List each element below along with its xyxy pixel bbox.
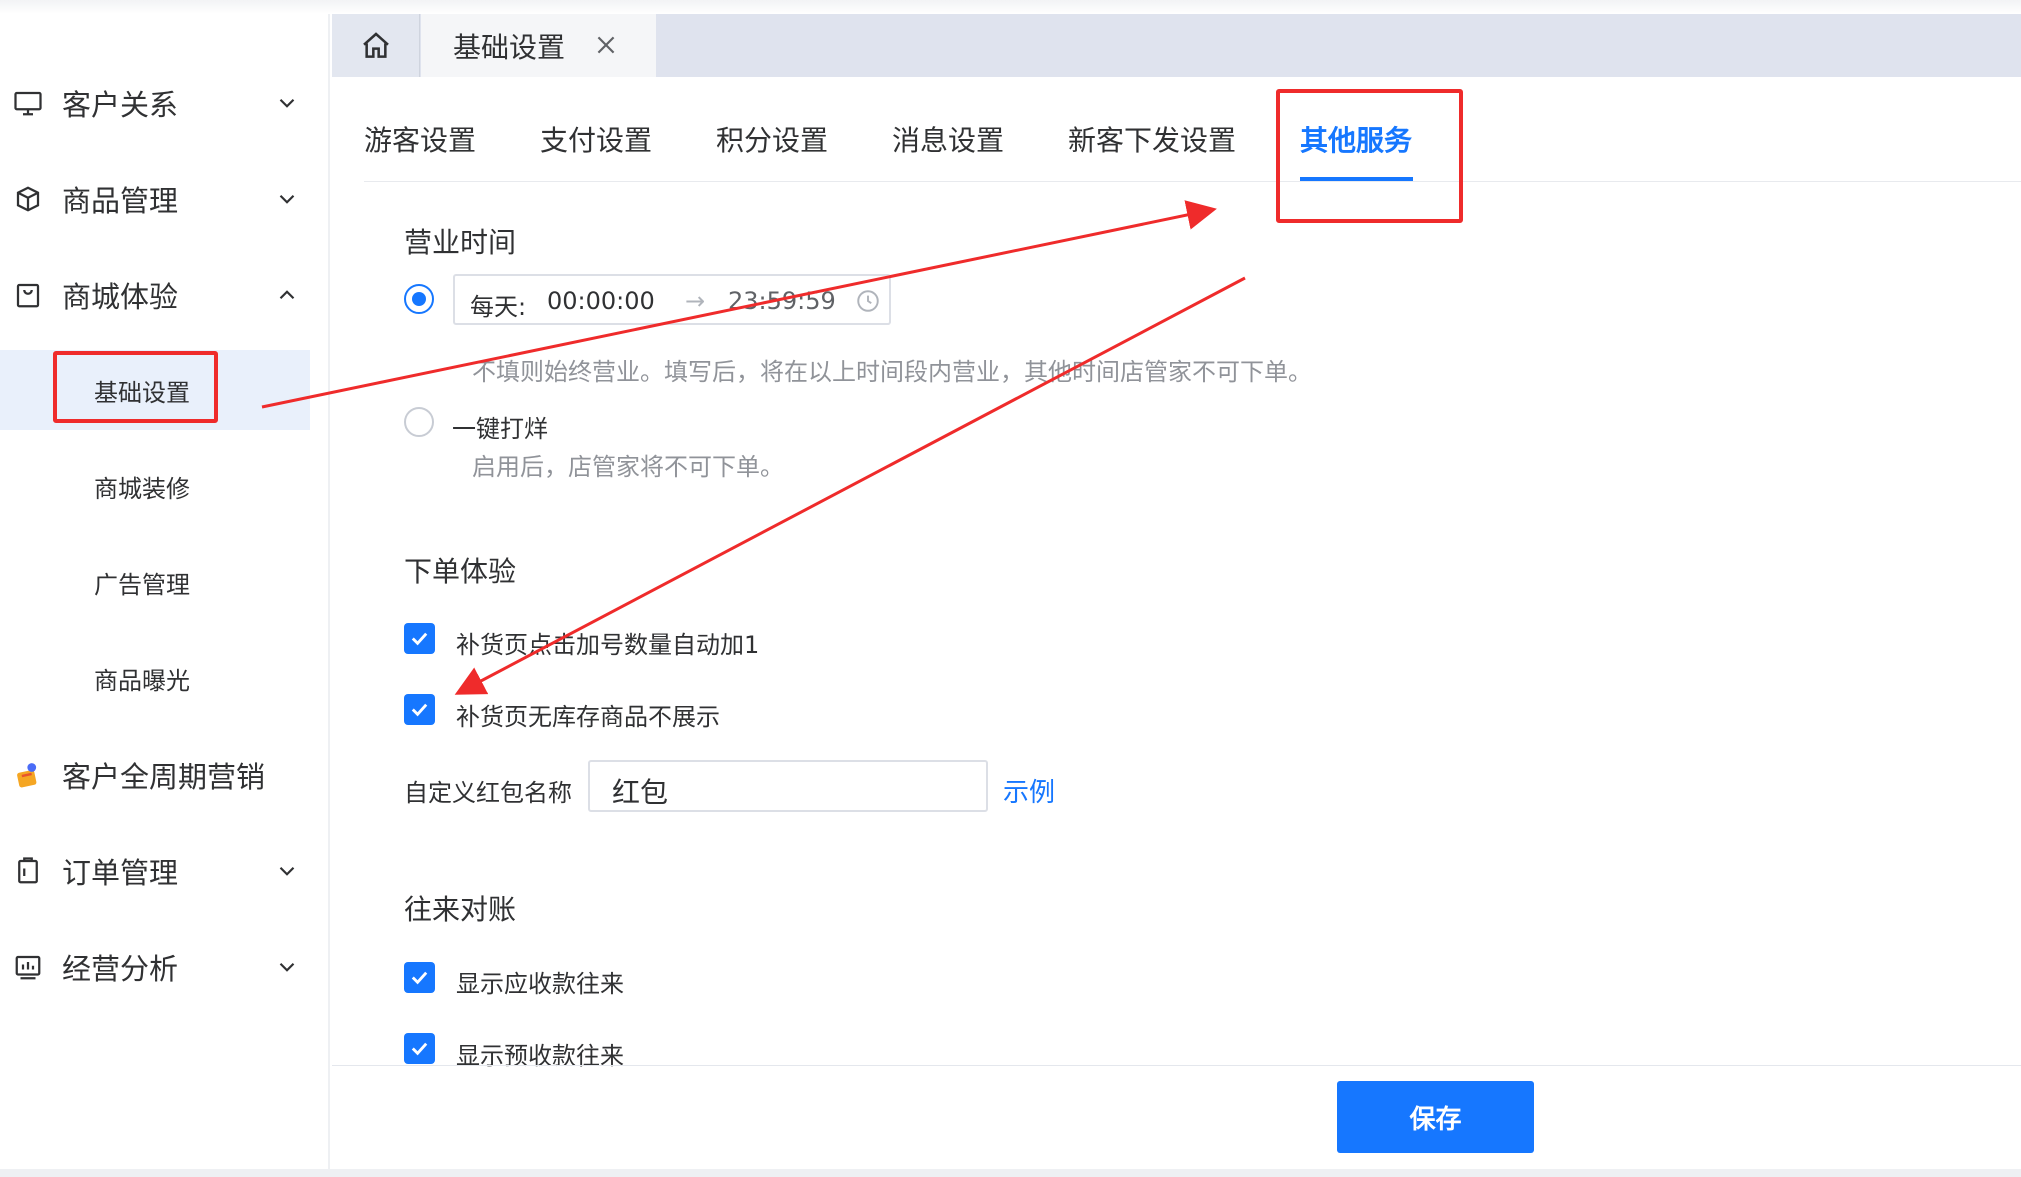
sidebar-item-order-management[interactable]: 订单管理 (0, 823, 330, 919)
marketing-icon (12, 759, 44, 791)
sidebar-item-business-analysis[interactable]: 经营分析 (0, 919, 330, 1015)
sidebar-subitem-product-exposure[interactable]: 商品曝光 (0, 638, 310, 718)
sidebar-item-label: 商城体验 (62, 280, 179, 314)
business-hours-title: 营业时间 (404, 226, 517, 259)
close-shop-hint: 启用后，店管家将不可下单。 (472, 453, 784, 481)
annotation-box-other-services (1276, 89, 1463, 223)
sidebar-subitem-label: 商城装修 (94, 474, 190, 503)
end-time[interactable]: 23:59:59 (728, 287, 836, 315)
check-icon (411, 1042, 428, 1056)
chevron-down-icon (279, 962, 295, 972)
tabs-divider (364, 181, 2021, 182)
sidebar-item-label: 订单管理 (62, 856, 179, 890)
check-icon (411, 632, 428, 646)
tab-basic-settings[interactable]: 基础设置 (421, 14, 656, 77)
chevron-down-icon (279, 194, 295, 204)
close-shop-radio[interactable] (404, 407, 434, 437)
redpacket-name-input[interactable]: 红包 (588, 760, 988, 812)
reconciliation-title: 往来对账 (404, 893, 517, 926)
sidebar-item-label: 经营分析 (62, 952, 179, 986)
check-icon (411, 971, 428, 985)
save-button[interactable]: 保存 (1337, 1081, 1534, 1153)
business-hours-radio[interactable] (404, 284, 434, 314)
chevron-down-icon (279, 866, 295, 876)
chart-icon (12, 951, 44, 983)
sidebar-item-lifecycle-marketing[interactable]: 客户全周期营销 (0, 727, 330, 823)
check-icon (411, 703, 428, 717)
sidebar-subitem-label: 广告管理 (94, 570, 190, 599)
annotation-box-basic-settings (53, 351, 218, 423)
receivable-checkbox[interactable] (404, 962, 435, 993)
shopping-bag-icon (12, 279, 44, 311)
monitor-icon (12, 87, 44, 119)
home-icon (362, 31, 389, 58)
business-hours-hint: 不填则始终营业。填写后，将在以上时间段内营业，其他时间店管家不可下单。 (472, 358, 1312, 386)
hide-out-of-stock-label: 补货页无库存商品不展示 (456, 703, 720, 731)
bottom-strip (0, 1169, 2021, 1177)
sidebar-item-product-management[interactable]: 商品管理 (0, 151, 330, 247)
footer-divider (332, 1065, 2021, 1066)
tab-message-settings[interactable]: 消息设置 (892, 119, 1004, 159)
range-arrow: → (685, 287, 706, 315)
sidebar-item-label: 客户全周期营销 (62, 760, 266, 794)
prepayment-checkbox[interactable] (404, 1033, 435, 1064)
clipboard-icon (12, 855, 44, 887)
tab-points-settings[interactable]: 积分设置 (716, 119, 828, 159)
tab-new-customer-settings[interactable]: 新客下发设置 (1068, 119, 1236, 159)
auto-increment-label: 补货页点击加号数量自动加1 (456, 631, 760, 659)
redpacket-name-value: 红包 (612, 776, 669, 809)
receivable-label: 显示应收款往来 (456, 970, 624, 998)
sidebar-subitem-mall-decoration[interactable]: 商城装修 (0, 446, 310, 526)
sidebar-item-label: 客户关系 (62, 88, 179, 122)
chevron-up-icon (279, 290, 295, 300)
top-strip (0, 0, 2021, 14)
sidebar-subitem-ad-management[interactable]: 广告管理 (0, 542, 310, 622)
sidebar-item-label: 商品管理 (62, 184, 179, 218)
box-icon (12, 183, 44, 215)
example-link[interactable]: 示例 (1003, 772, 1055, 809)
time-range-picker[interactable]: 每天: 00:00:00 → 23:59:59 (453, 274, 891, 325)
chevron-down-icon (279, 98, 295, 108)
sidebar-item-customer-relations[interactable]: 客户关系 (0, 55, 330, 151)
home-tab[interactable] (332, 14, 420, 77)
sidebar-item-mall-experience[interactable]: 商城体验 (0, 247, 330, 343)
order-experience-title: 下单体验 (404, 555, 517, 588)
tab-label: 基础设置 (453, 30, 566, 64)
close-shop-label: 一键打烊 (452, 415, 548, 443)
redpacket-name-label: 自定义红包名称 (404, 779, 572, 807)
sidebar-subitem-label: 商品曝光 (94, 666, 190, 695)
close-icon[interactable] (593, 32, 619, 58)
time-prefix: 每天: (470, 293, 527, 321)
tab-payment-settings[interactable]: 支付设置 (540, 119, 652, 159)
tab-visitor-settings[interactable]: 游客设置 (364, 119, 476, 159)
hide-out-of-stock-checkbox[interactable] (404, 694, 435, 725)
start-time[interactable]: 00:00:00 (547, 287, 655, 315)
auto-increment-checkbox[interactable] (404, 623, 435, 654)
clock-icon (857, 290, 879, 312)
